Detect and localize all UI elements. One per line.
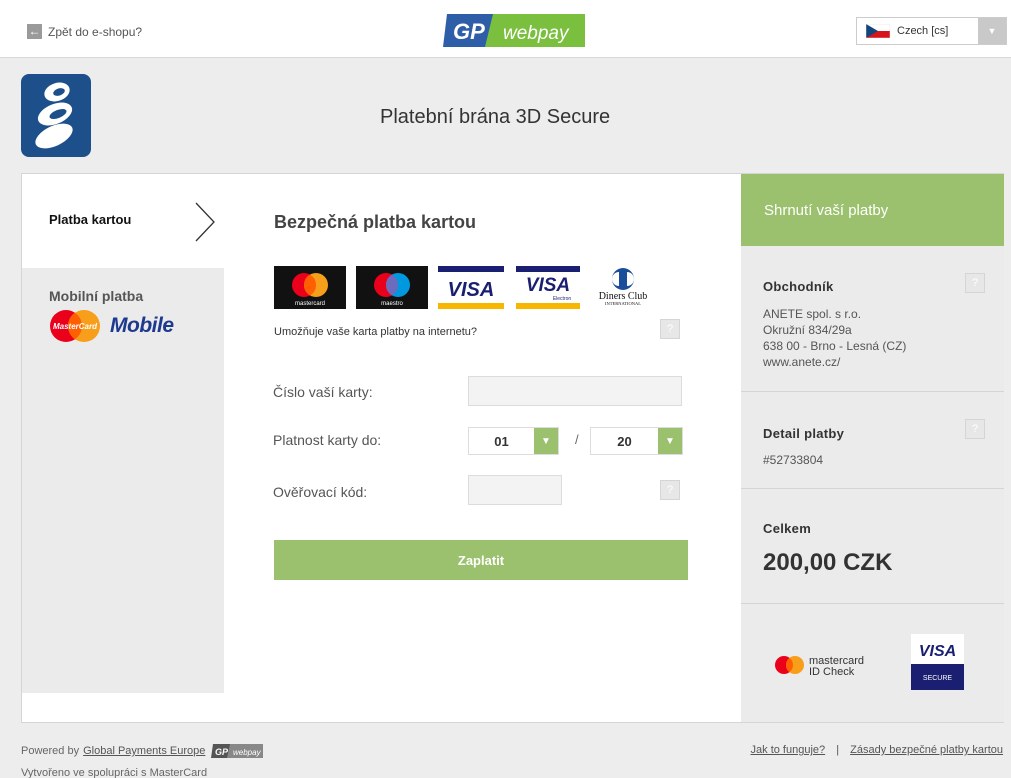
powered-by: Powered by Global Payments Europe GP web… [21, 744, 264, 758]
maestro-logo-text: maestro [381, 301, 403, 307]
expiry-year-select[interactable]: 20 ▼ [590, 427, 683, 455]
merchant-street: Okružní 834/29a [763, 323, 852, 337]
czech-flag-icon [866, 24, 890, 38]
expiry-month-value: 01 [494, 433, 509, 449]
chevron-down-icon: ▼ [534, 428, 558, 454]
gp-logo-text: GP [453, 19, 485, 44]
mastercard-icon: MasterCard [50, 310, 100, 342]
chevron-down-icon: ▼ [978, 18, 1006, 44]
merchant-website: www.anete.cz/ [763, 355, 841, 369]
visa-electron-sub-text: Electron [553, 296, 572, 302]
mastercard-mobile-text: MasterCard [53, 322, 98, 331]
summary-header: Shrnutí vaší platby [741, 174, 1004, 246]
back-to-shop-link[interactable]: ← Zpět do e-shopu? [27, 24, 142, 39]
webpay-logo-text: webpay [503, 23, 570, 44]
language-value: Czech [cs] [897, 25, 949, 37]
how-it-works-link[interactable]: Jak to funguje? [751, 744, 826, 756]
payment-detail-section: Detail platby ? #52733804 [741, 392, 1004, 489]
arrow-left-icon: ← [27, 24, 42, 39]
mastercard-logo-text: mastercard [295, 301, 325, 307]
expiry-month-select[interactable]: 01 ▼ [468, 427, 559, 455]
merchant-logo [21, 74, 91, 157]
total-title: Celkem [763, 521, 812, 536]
gp-webpay-logo: GP webpay [443, 14, 585, 47]
merchant-title: Obchodník [763, 279, 834, 294]
merchant-details: ANETE spol. s r.o. Okružní 834/29a 638 0… [763, 306, 906, 370]
merchant-section: Obchodník ? ANETE spol. s r.o. Okružní 8… [741, 246, 1004, 392]
webpay-small-text: webpay [233, 748, 262, 757]
pay-button[interactable]: Zaplatit [274, 540, 688, 580]
payment-detail-title: Detail platby [763, 426, 845, 441]
total-amount: 200,00 CZK [763, 549, 893, 576]
visa-secure-line2: SECURE [923, 675, 953, 682]
card-number-label: Číslo vaší karty: [273, 384, 373, 400]
maestro-logo: maestro [356, 266, 428, 309]
payment-method-nav: Platba kartou Mobilní platba MasterCard … [22, 174, 224, 693]
created-with-mastercard: Vytvořeno ve spolupráci s MasterCard [21, 767, 208, 778]
expiry-label: Platnost karty do: [273, 432, 382, 448]
chevron-down-icon: ▼ [658, 428, 682, 454]
footer-separator: | [836, 744, 840, 756]
payment-card-panel: Platba kartou Mobilní platba MasterCard … [21, 173, 1004, 723]
merchant-help-icon[interactable]: ? [965, 273, 985, 293]
language-select[interactable]: Czech [cs] ▼ [856, 17, 1007, 45]
chevron-right-icon [195, 202, 215, 242]
visa-electron-logo: VISA Electron [516, 266, 580, 309]
summary-title: Shrnutí vaší platby [764, 202, 889, 219]
mobile-brand-text: Mobile [110, 314, 174, 337]
cvc-input[interactable] [468, 475, 562, 505]
expiry-year-value: 20 [617, 433, 632, 449]
visa-secure-line1: VISA [919, 643, 956, 660]
cvc-label: Ověřovací kód: [273, 484, 368, 500]
top-bar: ← Zpět do e-shopu? GP webpay Czech [cs] … [0, 0, 1011, 58]
tab-mobile-payment[interactable]: Mobilní platba MasterCard Mobile [22, 269, 224, 361]
help-question-icon[interactable]: ? [660, 319, 680, 339]
tab-card-payment[interactable]: Platba kartou [22, 174, 224, 268]
internet-payment-question: Umožňuje vaše karta platby na internetu? [274, 326, 478, 338]
visa-electron-logo-text: VISA [526, 275, 570, 296]
page-title: Platební brána 3D Secure [380, 106, 611, 128]
powered-by-label: Powered by [21, 745, 80, 757]
mastercard-id-check-logo: mastercard ID Check [775, 655, 864, 678]
payment-summary: Shrnutí vaší platby Obchodník ? ANETE sp… [741, 174, 1004, 722]
diners-line2-text: INTERNATIONAL [605, 301, 641, 306]
detail-help-icon[interactable]: ? [965, 419, 985, 439]
merchant-city: 638 00 - Brno - Lesná (CZ) [763, 339, 907, 353]
form-title: Bezpečná platba kartou [274, 212, 477, 232]
tab-mobile-payment-label: Mobilní platba [49, 288, 144, 304]
cvc-help-icon[interactable]: ? [660, 480, 680, 500]
visa-secure-logo: VISA SECURE [911, 634, 964, 690]
expiry-separator: / [575, 432, 579, 447]
diners-club-logo: Diners Club INTERNATIONAL [590, 266, 656, 309]
security-rules-link[interactable]: Zásady bezpečné platby kartou [850, 744, 1003, 756]
masterpass-mobile-logo: MasterCard Mobile [48, 309, 174, 343]
merchant-name: ANETE spol. s r.o. [763, 307, 862, 321]
visa-logo: VISA [438, 266, 504, 309]
total-section: Celkem 200,00 CZK [741, 489, 1004, 604]
security-logos: mastercard ID Check VISA SECURE [741, 604, 1004, 722]
order-number: #52733804 [763, 453, 824, 467]
global-payments-link[interactable]: Global Payments Europe [83, 745, 205, 757]
tab-card-payment-label: Platba kartou [49, 212, 132, 227]
visa-logo-text: VISA [448, 279, 495, 301]
back-to-shop-label: Zpět do e-shopu? [48, 24, 143, 39]
mc-idcheck-line2: ID Check [809, 666, 855, 678]
card-number-input[interactable] [468, 376, 682, 406]
gp-webpay-small-logo: GP webpay [211, 744, 264, 758]
footer-links: Jak to funguje? | Zásady bezpečné platby… [751, 744, 1003, 756]
gp-small-text: GP [215, 747, 229, 757]
mastercard-logo: mastercard [274, 266, 346, 309]
